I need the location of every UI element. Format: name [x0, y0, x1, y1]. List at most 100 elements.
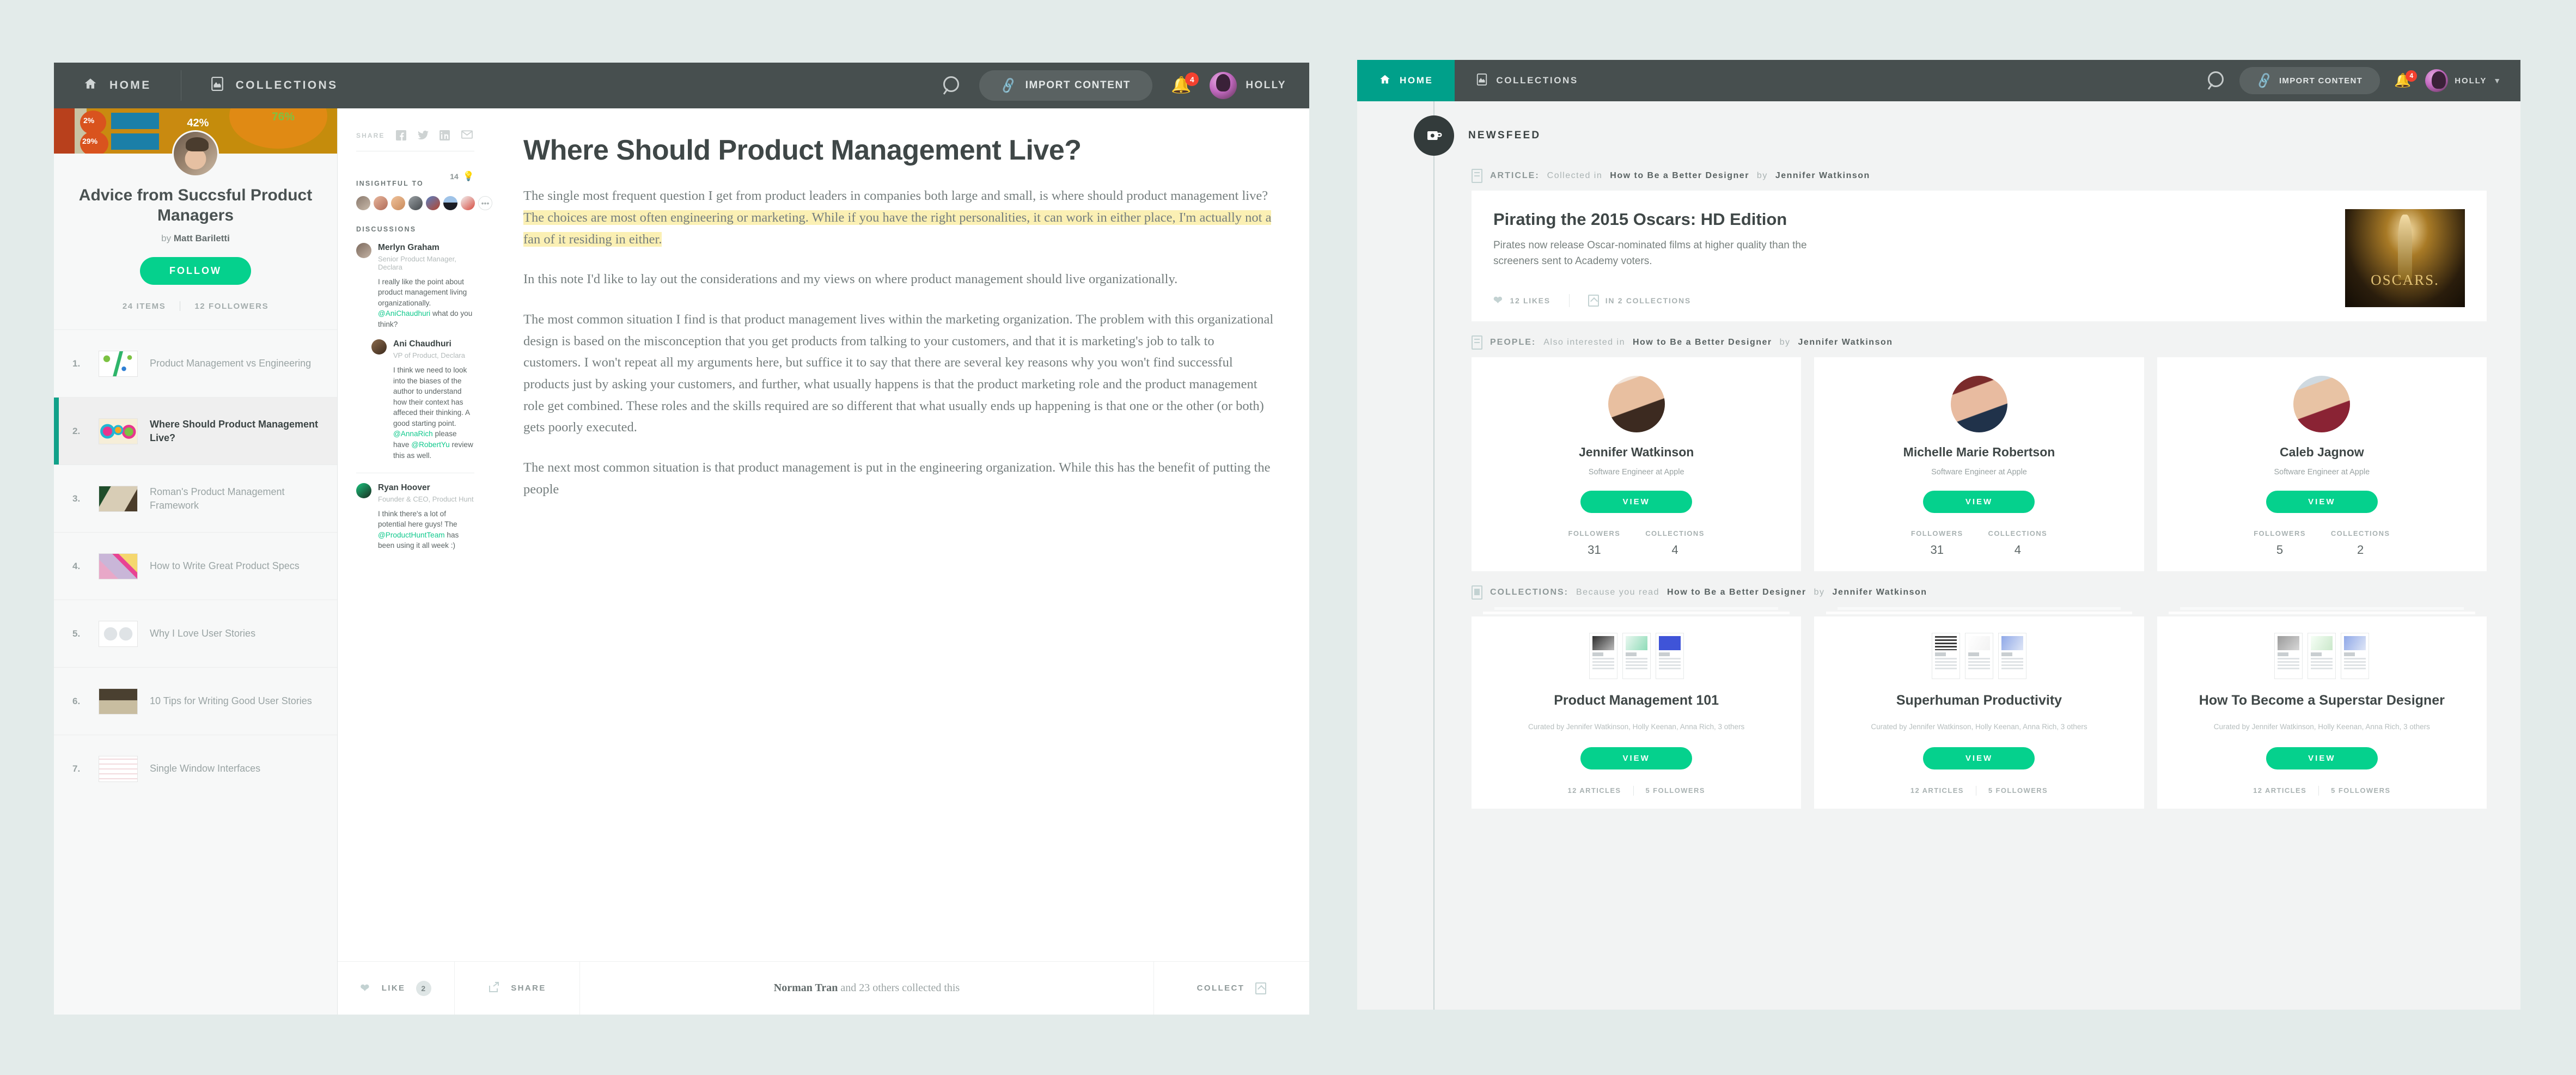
list-item[interactable]: 2. Where Should Product Management Live?: [54, 397, 337, 465]
section-author-link[interactable]: Jennifer Watkinson: [1833, 588, 1927, 597]
more-avatars-button[interactable]: •••: [478, 196, 492, 210]
collection-followers-count: 5 FOLLOWERS: [2331, 786, 2391, 795]
list-item-label: How to Write Great Product Specs: [150, 560, 300, 572]
collector-name[interactable]: Norman Tran: [774, 982, 838, 994]
person-name: Michelle Marie Robertson: [1903, 445, 2055, 459]
article-paragraph-2: In this note I'd like to lay out the con…: [523, 272, 1178, 287]
mention-link[interactable]: @RobertYu: [411, 441, 449, 449]
section-author-link[interactable]: Jennifer Watkinson: [1775, 171, 1870, 181]
followers-value: 31: [1588, 542, 1601, 557]
user-menu[interactable]: HOLLY: [1210, 72, 1286, 99]
newsfeed-label: NEWSFEED: [1468, 130, 1541, 141]
list-item[interactable]: 5. Why I Love User Stories: [54, 600, 337, 667]
list-item[interactable]: 7. Single Window Interfaces: [54, 735, 337, 802]
article-likes-label: 12 LIKES: [1510, 296, 1551, 305]
mention-link[interactable]: @AniChaudhuri: [378, 309, 430, 317]
collection-card[interactable]: Product Management 101 Curated by Jennif…: [1472, 616, 1802, 809]
nav-tab-home[interactable]: HOME: [1357, 60, 1455, 101]
view-button[interactable]: VIEW: [1580, 747, 1693, 769]
nav-tab-home-label: HOME: [1400, 75, 1433, 85]
mini-thumb: [2308, 632, 2336, 679]
section-collection-link[interactable]: How to Be a Better Designer: [1667, 588, 1806, 597]
email-icon[interactable]: [461, 130, 473, 141]
share-button[interactable]: SHARE: [455, 962, 580, 1015]
section-kind: COLLECTIONS:: [1490, 587, 1568, 597]
view-button[interactable]: VIEW: [1580, 490, 1693, 513]
avatar[interactable]: [408, 196, 423, 210]
collection-items-count: 24 ITEMS: [122, 301, 166, 311]
search-icon[interactable]: [942, 76, 961, 95]
list-item-thumbnail: [99, 418, 138, 444]
like-button[interactable]: ❤ LIKE 2: [338, 962, 455, 1015]
section-author-link[interactable]: Jennifer Watkinson: [1798, 338, 1893, 347]
avatar[interactable]: [461, 196, 475, 210]
notifications-button[interactable]: 🔔 4: [1171, 72, 1199, 94]
newsfeed-header: NEWSFEED: [1357, 101, 2520, 156]
avatar[interactable]: [374, 196, 388, 210]
collection-reader-window: HOME COLLECTIONS 🔗 IMPORT CONTENT 🔔 4 HO…: [54, 63, 1309, 1015]
card-stack-layer: [1837, 607, 2121, 610]
avatar[interactable]: [391, 196, 405, 210]
twitter-icon[interactable]: [417, 130, 429, 141]
import-content-button[interactable]: 🔗 IMPORT CONTENT: [2239, 67, 2380, 94]
nav-tab-collections[interactable]: COLLECTIONS: [181, 63, 368, 108]
section-collection-link[interactable]: How to Be a Better Designer: [1610, 171, 1749, 181]
list-item[interactable]: 6. 10 Tips for Writing Good User Stories: [54, 667, 337, 735]
collection-thumbnails: [2274, 632, 2370, 679]
follow-button[interactable]: FOLLOW: [140, 257, 251, 285]
section-label: ARTICLE: Collected in How to Be a Better…: [1472, 169, 2487, 183]
nav-tab-collections-label: COLLECTIONS: [235, 79, 338, 91]
list-item-thumbnail: [99, 553, 138, 579]
section-by-label: by: [1779, 338, 1791, 347]
linkedin-icon[interactable]: [439, 130, 450, 141]
view-button[interactable]: VIEW: [2266, 747, 2378, 769]
view-button[interactable]: VIEW: [1923, 747, 2035, 769]
mini-thumb: [1998, 632, 2026, 679]
section-prefix: Collected in: [1547, 171, 1603, 180]
notifications-button[interactable]: 🔔 4: [2394, 70, 2418, 88]
card-stack-layer: [2168, 611, 2475, 614]
section-collection-link[interactable]: How to Be a Better Designer: [1633, 338, 1772, 347]
avatar[interactable]: [356, 196, 370, 210]
collect-button[interactable]: COLLECT: [1154, 962, 1309, 1015]
avatar[interactable]: [426, 196, 440, 210]
list-item[interactable]: 3. Roman's Product Management Framework: [54, 465, 337, 532]
link-icon: 🔗: [2255, 71, 2275, 90]
like-count: 2: [416, 980, 432, 996]
nav-tab-home[interactable]: HOME: [54, 63, 181, 108]
nav-tab-collections[interactable]: COLLECTIONS: [1455, 60, 1600, 101]
facebook-icon[interactable]: [395, 130, 407, 141]
highlighted-text[interactable]: The choices are most often engineering o…: [523, 210, 1272, 247]
avatar: [371, 339, 387, 355]
article-card[interactable]: Pirating the 2015 Oscars: HD Edition Pir…: [1472, 191, 2487, 321]
person-role: Software Engineer at Apple: [1588, 467, 1684, 477]
comment: Ani Chaudhuri VP of Product, Declara I t…: [371, 339, 474, 461]
mention-link[interactable]: @AnnaRich: [393, 430, 433, 438]
feed-section-people: PEOPLE: Also interested in How to Be a B…: [1472, 335, 2487, 571]
avatar[interactable]: [443, 196, 457, 210]
list-item-thumbnail: [99, 485, 138, 512]
list-item[interactable]: 4. How to Write Great Product Specs: [54, 532, 337, 600]
person-card[interactable]: Caleb Jagnow Software Engineer at Apple …: [2157, 357, 2487, 571]
avatar: [1210, 72, 1237, 99]
collection-card[interactable]: How To Become a Superstar Designer Curat…: [2157, 616, 2487, 809]
comment-text-part: I really like the point about product ma…: [378, 277, 467, 307]
person-card[interactable]: Michelle Marie Robertson Software Engine…: [1814, 357, 2144, 571]
collection-card[interactable]: Superhuman Productivity Curated by Jenni…: [1814, 616, 2144, 809]
section-by-label: by: [1756, 171, 1768, 180]
newsfeed-list: ARTICLE: Collected in How to Be a Better…: [1357, 156, 2520, 809]
list-item-thumbnail: [99, 620, 138, 647]
user-menu[interactable]: HOLLY ▼: [2425, 69, 2502, 92]
person-card[interactable]: Jennifer Watkinson Software Engineer at …: [1472, 357, 1802, 571]
list-item-number: 7.: [72, 763, 81, 774]
view-button[interactable]: VIEW: [2266, 490, 2378, 513]
import-content-button[interactable]: 🔗 IMPORT CONTENT: [979, 70, 1152, 101]
list-item-number: 3.: [72, 493, 81, 504]
view-button[interactable]: VIEW: [1923, 490, 2035, 513]
mention-link[interactable]: @ProductHuntTeam: [378, 531, 445, 539]
followers-value: 5: [2276, 542, 2284, 557]
search-icon[interactable]: [2207, 71, 2225, 90]
collection-item-list: 1. Product Management vs Engineering 2. …: [54, 329, 337, 1015]
list-item[interactable]: 1. Product Management vs Engineering: [54, 329, 337, 397]
person-role: Software Engineer at Apple: [1931, 467, 2027, 477]
